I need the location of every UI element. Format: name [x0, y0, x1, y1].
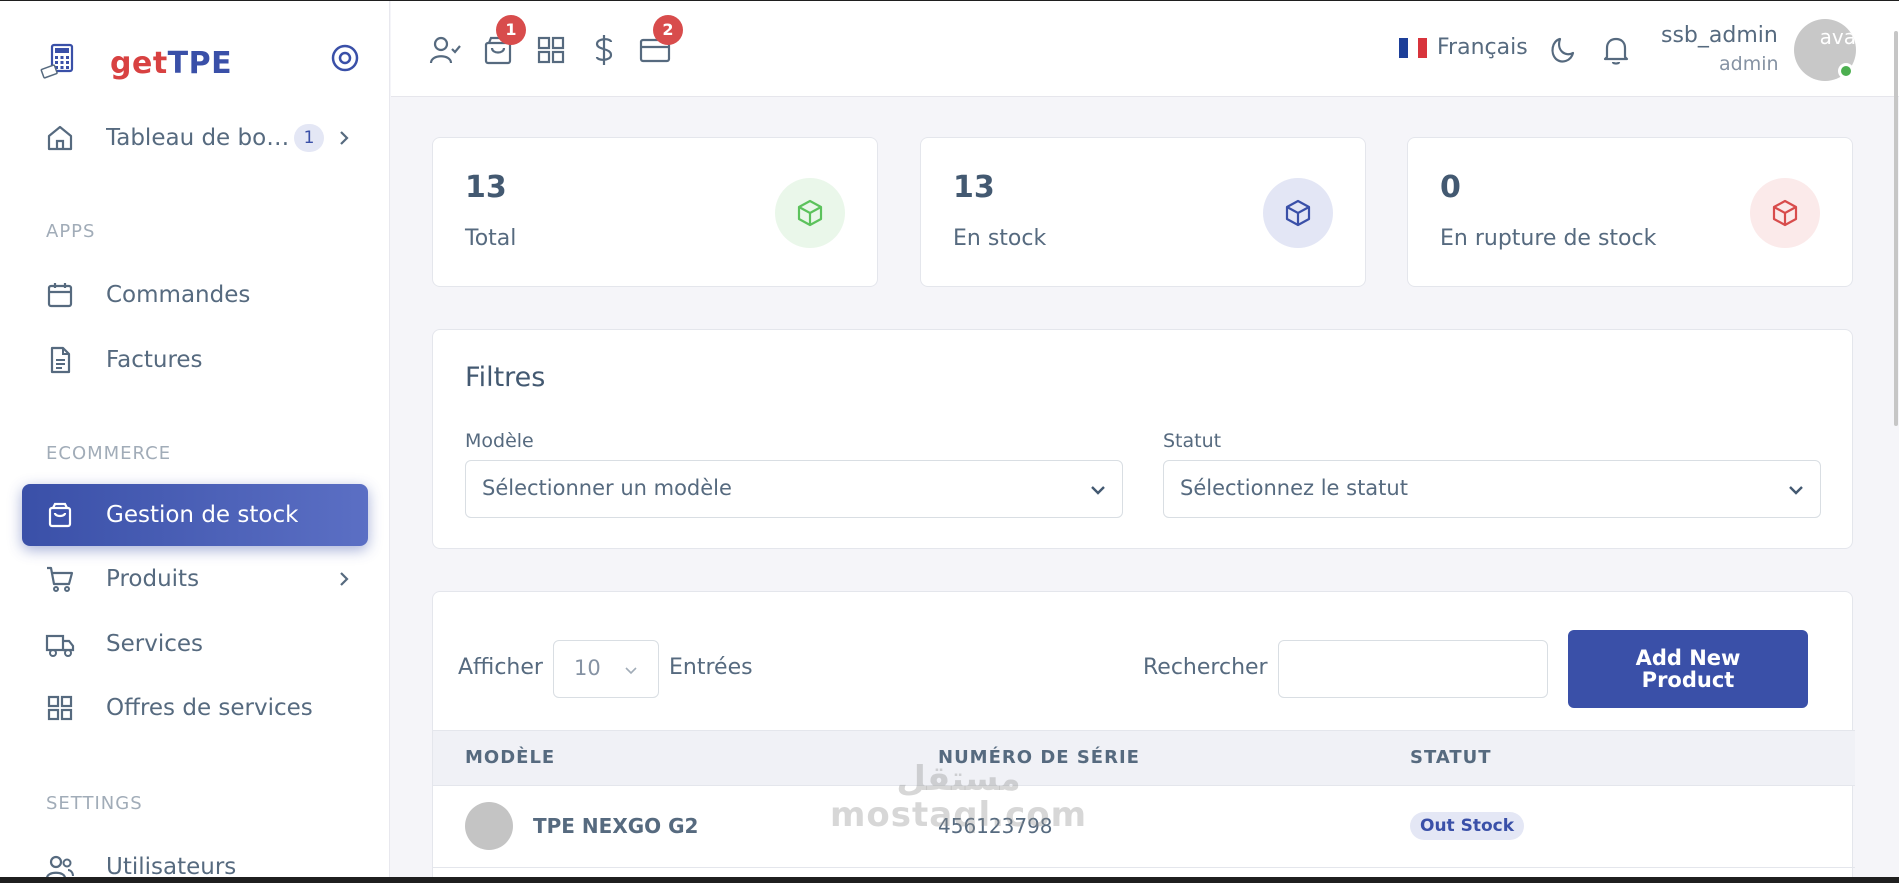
topbar: 1 2 Français ssb_admin admin ava — [391, 1, 1899, 97]
chevron-right-icon — [340, 131, 349, 145]
file-text-icon — [50, 346, 71, 374]
sidebar-item-label: Commandes — [106, 282, 251, 308]
model-select-value: Sélectionner un modèle — [482, 476, 732, 500]
sidebar-item-services[interactable]: Services — [22, 613, 368, 675]
stat-value: 13 — [465, 170, 507, 205]
user-name: ssb_admin — [1661, 23, 1778, 48]
grid-icon — [47, 695, 73, 721]
home-icon — [47, 125, 73, 151]
stat-card-rupture: 0 En rupture de stock — [1407, 137, 1853, 287]
filters-card: Filtres Modèle Sélectionner un modèle St… — [432, 329, 1853, 549]
search-label: Rechercher — [1143, 655, 1268, 680]
stat-value: 13 — [953, 170, 995, 205]
stat-label: Total — [465, 226, 517, 251]
chevron-down-icon — [1091, 486, 1105, 495]
box-icon — [1285, 199, 1311, 227]
watermark-arabic: مستقل — [896, 759, 1021, 799]
sidebar: getTPE Tableau de board 1 APPS Commandes… — [0, 1, 390, 883]
status-select[interactable]: Sélectionnez le statut — [1163, 460, 1821, 518]
stat-card-en-stock: 13 En stock — [920, 137, 1366, 287]
table-header: MODÈLE NUMÉRO DE SÉRIE STATUT — [433, 730, 1855, 786]
sidebar-item-label: Offres de services — [106, 695, 313, 721]
stat-icon-wrap — [775, 178, 845, 248]
chevron-down-icon — [625, 667, 637, 675]
user-check-icon[interactable] — [428, 33, 462, 67]
table-row[interactable]: TPE NEXGO G2 456123798 Out Stock — [433, 786, 1855, 868]
moon-icon[interactable] — [1546, 33, 1580, 67]
card-count-badge: 2 — [653, 15, 683, 45]
cart-icon — [47, 566, 74, 592]
section-apps: APPS — [46, 221, 96, 242]
page-length-value: 10 — [574, 656, 601, 680]
stat-icon-wrap — [1263, 178, 1333, 248]
sidebar-item-label: Factures — [106, 347, 203, 373]
sidebar-item-label: Produits — [106, 566, 200, 592]
chevron-down-icon — [1789, 486, 1803, 495]
box-icon — [1772, 199, 1798, 227]
sidebar-item-offres-de-services[interactable]: Offres de services — [22, 677, 368, 739]
cart-count-badge: 1 — [496, 15, 526, 45]
language-label: Français — [1437, 35, 1528, 60]
status-select-value: Sélectionnez le statut — [1180, 476, 1408, 500]
sidebar-item-utilisateurs[interactable]: Utilisateurs — [22, 836, 368, 883]
model-select[interactable]: Sélectionner un modèle — [465, 460, 1123, 518]
page-scrollbar[interactable] — [1894, 31, 1898, 426]
user-role: admin — [1719, 53, 1779, 75]
section-settings: SETTINGS — [46, 793, 143, 814]
apps-grid-icon[interactable] — [534, 33, 568, 67]
search-input[interactable] — [1278, 640, 1548, 698]
entries-label: Entrées — [669, 655, 753, 680]
row-model: TPE NEXGO G2 — [533, 814, 699, 838]
filters-title: Filtres — [465, 362, 546, 393]
sidebar-item-label: Tableau de board — [106, 125, 302, 151]
bell-icon[interactable] — [1599, 33, 1633, 67]
bottom-bar — [0, 877, 1899, 883]
language-selector[interactable]: Français — [1399, 35, 1528, 60]
online-status-dot — [1838, 63, 1854, 79]
product-avatar — [465, 802, 513, 850]
sidebar-item-factures[interactable]: Factures — [22, 329, 368, 391]
stat-label: En stock — [953, 226, 1047, 251]
column-header-model[interactable]: MODÈLE — [465, 747, 555, 768]
watermark-latin: mostaql.com — [830, 795, 1088, 835]
stat-icon-wrap — [1750, 178, 1820, 248]
shopping-bag-icon — [48, 502, 72, 528]
sidebar-item-dashboard[interactable]: Tableau de board 1 — [22, 107, 368, 169]
show-label: Afficher — [458, 655, 543, 680]
stat-label: En rupture de stock — [1440, 226, 1657, 251]
chevron-right-icon — [340, 572, 349, 586]
add-new-product-button[interactable]: Add New Product — [1568, 630, 1808, 708]
calculator-logo-icon — [40, 43, 74, 79]
status-label: Statut — [1163, 430, 1222, 452]
sidebar-item-label: Services — [106, 631, 203, 657]
truck-icon — [45, 634, 75, 657]
sidebar-item-label: Gestion de stock — [106, 502, 299, 528]
sidebar-item-commandes[interactable]: Commandes — [22, 264, 368, 326]
collapse-menu-icon[interactable] — [330, 43, 360, 73]
watermark: مستقل mostaql.com — [830, 761, 1087, 833]
status-badge: Out Stock — [1410, 812, 1525, 840]
page-length-select[interactable]: 10 — [553, 640, 659, 698]
dashboard-count-badge: 1 — [294, 124, 324, 152]
brand-name: getTPE — [110, 45, 233, 81]
stat-card-total: 13 Total — [432, 137, 878, 287]
products-table-card: Afficher 10 Entrées Rechercher Add New P… — [432, 591, 1855, 883]
brand[interactable]: getTPE — [40, 43, 232, 83]
sidebar-item-gestion-de-stock[interactable]: Gestion de stock — [22, 484, 368, 546]
stat-value: 0 — [1440, 170, 1461, 205]
sidebar-item-produits[interactable]: Produits — [22, 548, 368, 610]
column-header-status[interactable]: STATUT — [1410, 747, 1492, 768]
section-ecommerce: ECOMMERCE — [46, 443, 172, 464]
dollar-icon[interactable] — [587, 33, 621, 67]
avatar-alt-text: ava — [1819, 25, 1856, 49]
france-flag-icon — [1399, 37, 1427, 58]
box-icon — [797, 199, 823, 227]
calendar-icon — [47, 283, 73, 308]
model-label: Modèle — [465, 430, 534, 452]
